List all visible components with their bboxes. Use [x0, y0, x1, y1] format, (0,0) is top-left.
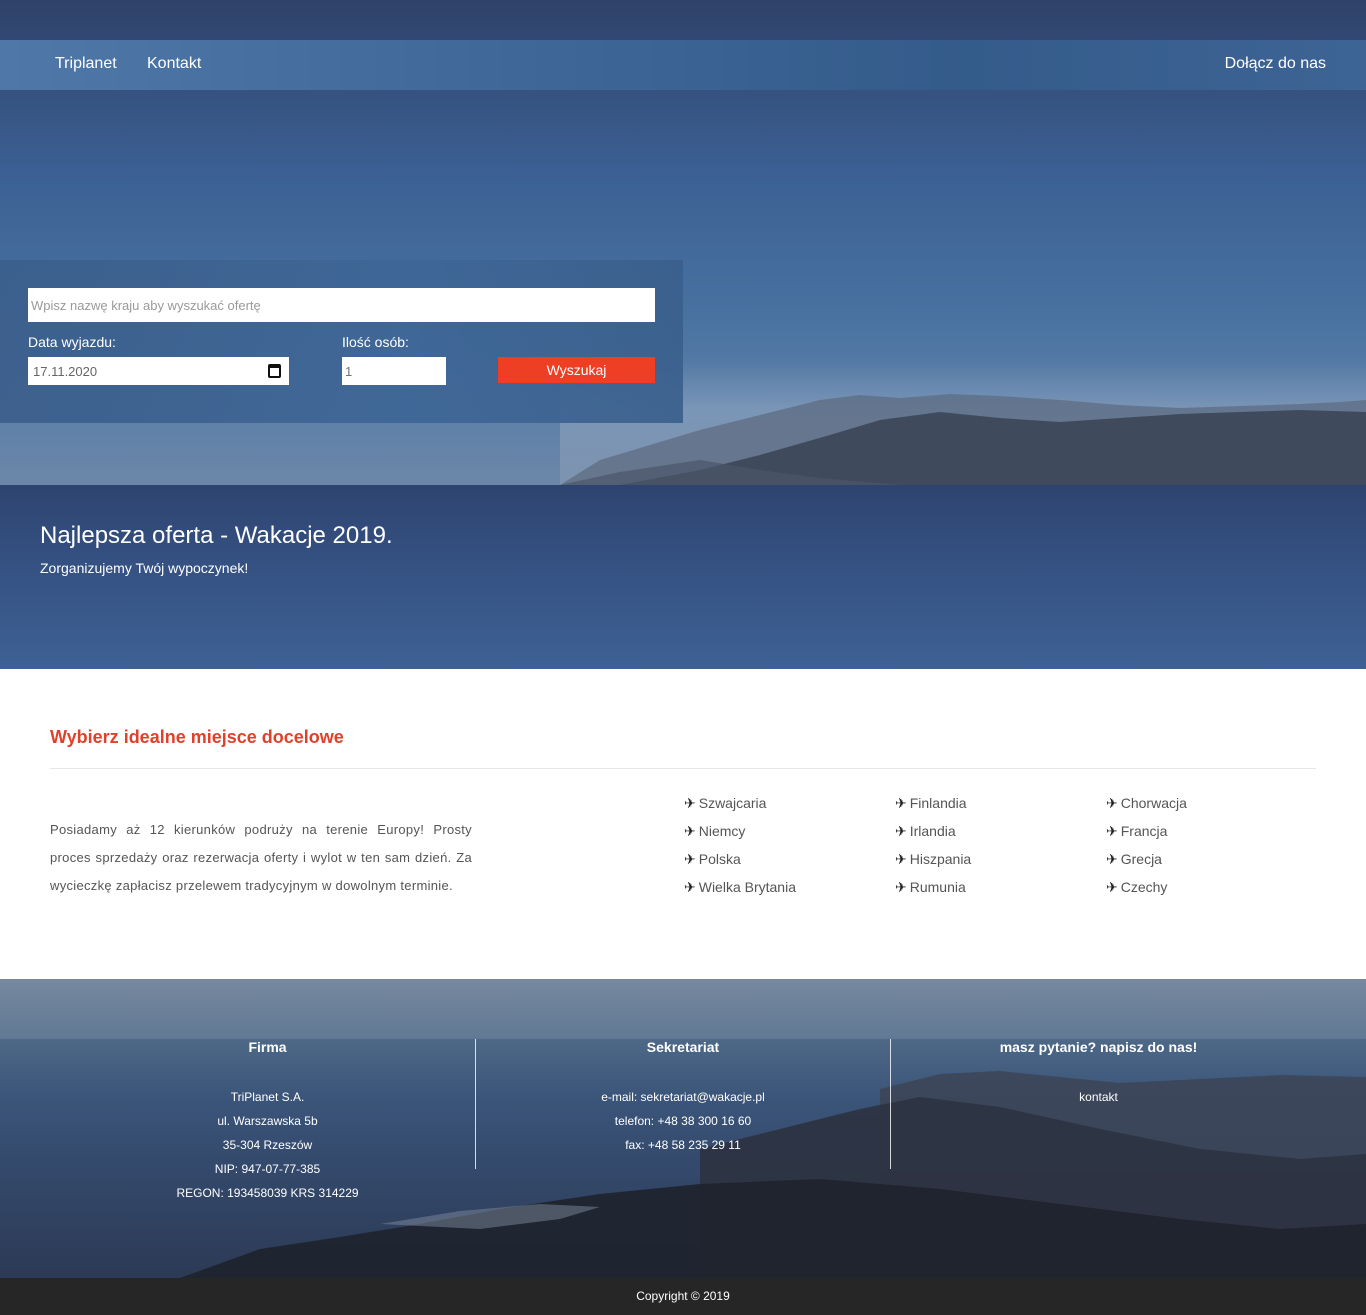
departure-date-value: 17.11.2020 [33, 363, 98, 379]
footer-company-column: Firma TriPlanet S.A. ul. Warszawska 5b 3… [60, 1039, 475, 1205]
destination-item[interactable]: ✈ Francja [1106, 817, 1187, 845]
destinations-column-2: ✈ Finlandia ✈ Irlandia ✈ Hiszpania ✈ Rumunia [895, 789, 971, 901]
nav-brand-link[interactable]: Triplanet [55, 55, 117, 73]
airplane-icon: ✈ [684, 795, 696, 811]
destination-item[interactable]: ✈ Rumunia [895, 873, 971, 901]
departure-date-label: Data wyjazdu: [28, 334, 116, 350]
airplane-icon: ✈ [895, 823, 907, 839]
airplane-icon: ✈ [684, 879, 696, 895]
people-count-label: Ilość osób: [342, 334, 409, 350]
destinations-section: Wybierz idealne miejsce docelowe Posiada… [0, 669, 1366, 979]
airplane-icon: ✈ [1106, 795, 1118, 811]
company-city: 35-304 Rzeszów [222, 1138, 313, 1152]
secretariat-email: e-mail: sekretariat@wakacje.pl [601, 1090, 765, 1104]
destination-item[interactable]: ✈ Chorwacja [1106, 789, 1187, 817]
search-button[interactable]: Wyszukaj [498, 357, 655, 383]
footer-question-heading: masz pytanie? napisz do nas! [999, 1039, 1198, 1055]
hero-banner: Najlepsza oferta - Wakacje 2019. Zorgani… [0, 485, 1366, 669]
destinations-description: Posiadamy aż 12 kierunków podruży na ter… [50, 822, 472, 893]
people-count-input[interactable] [342, 357, 446, 385]
airplane-icon: ✈ [1106, 851, 1118, 867]
airplane-icon: ✈ [684, 823, 696, 839]
airplane-icon: ✈ [1106, 823, 1118, 839]
airplane-icon: ✈ [895, 795, 907, 811]
company-street: ul. Warszawska 5b [217, 1114, 318, 1128]
destination-item[interactable]: ✈ Szwajcaria [684, 789, 796, 817]
destination-item[interactable]: ✈ Hiszpania [895, 845, 971, 873]
airplane-icon: ✈ [684, 851, 696, 867]
hero-title: Najlepsza oferta - Wakacje 2019. [40, 522, 393, 549]
destination-item[interactable]: ✈ Polska [684, 845, 796, 873]
secretariat-fax: fax: +48 58 235 29 11 [625, 1138, 741, 1152]
airplane-icon: ✈ [895, 879, 907, 895]
destination-item[interactable]: ✈ Niemcy [684, 817, 796, 845]
navbar: Triplanet Kontakt Dołącz do nas [0, 40, 1366, 90]
nav-contact-link[interactable]: Kontakt [147, 55, 201, 73]
footer-contact-link[interactable]: kontakt [1079, 1090, 1118, 1104]
destination-item[interactable]: ✈ Czechy [1106, 873, 1187, 901]
hero-section: Triplanet Kontakt Dołącz do nas Data wyj… [0, 0, 1366, 669]
calendar-icon[interactable] [268, 364, 281, 378]
destination-item[interactable]: ✈ Finlandia [895, 789, 971, 817]
country-search-input[interactable] [28, 288, 655, 322]
company-name: TriPlanet S.A. [230, 1090, 305, 1104]
copyright-bar: Copyright © 2019 [0, 1278, 1366, 1315]
footer: Firma TriPlanet S.A. ul. Warszawska 5b 3… [0, 979, 1366, 1278]
destination-item[interactable]: ✈ Wielka Brytania [684, 873, 796, 901]
destinations-divider [50, 768, 1316, 769]
hero-subtitle: Zorganizujemy Twój wypoczynek! [40, 560, 249, 576]
footer-question-column: masz pytanie? napisz do nas! kontakt [891, 1039, 1306, 1109]
airplane-icon: ✈ [895, 851, 907, 867]
airplane-icon: ✈ [1106, 879, 1118, 895]
destination-item[interactable]: ✈ Grecja [1106, 845, 1187, 873]
footer-secretariat-column: Sekretariat e-mail: sekretariat@wakacje.… [476, 1039, 890, 1157]
copyright-text: Copyright © 2019 [636, 1289, 730, 1303]
destinations-column-1: ✈ Szwajcaria ✈ Niemcy ✈ Polska ✈ Wielka Bryt… [684, 789, 796, 901]
company-nip: NIP: 947-07-77-385 [214, 1162, 321, 1176]
destinations-heading: Wybierz idealne miejsce docelowe [50, 727, 344, 747]
search-panel: Data wyjazdu: Ilość osób: 17.11.2020 Wys… [0, 260, 683, 423]
departure-date-input[interactable]: 17.11.2020 [28, 357, 289, 385]
footer-secretariat-heading: Sekretariat [646, 1039, 720, 1055]
destinations-column-3: ✈ Chorwacja ✈ Francja ✈ Grecja ✈ Czechy [1106, 789, 1187, 901]
destination-item[interactable]: ✈ Irlandia [895, 817, 971, 845]
footer-company-heading: Firma [248, 1039, 287, 1055]
company-regon: REGON: 193458039 KRS 314229 [176, 1186, 359, 1200]
secretariat-phone: telefon: +48 38 300 16 60 [614, 1114, 752, 1128]
nav-join-link[interactable]: Dołącz do nas [1225, 55, 1326, 73]
